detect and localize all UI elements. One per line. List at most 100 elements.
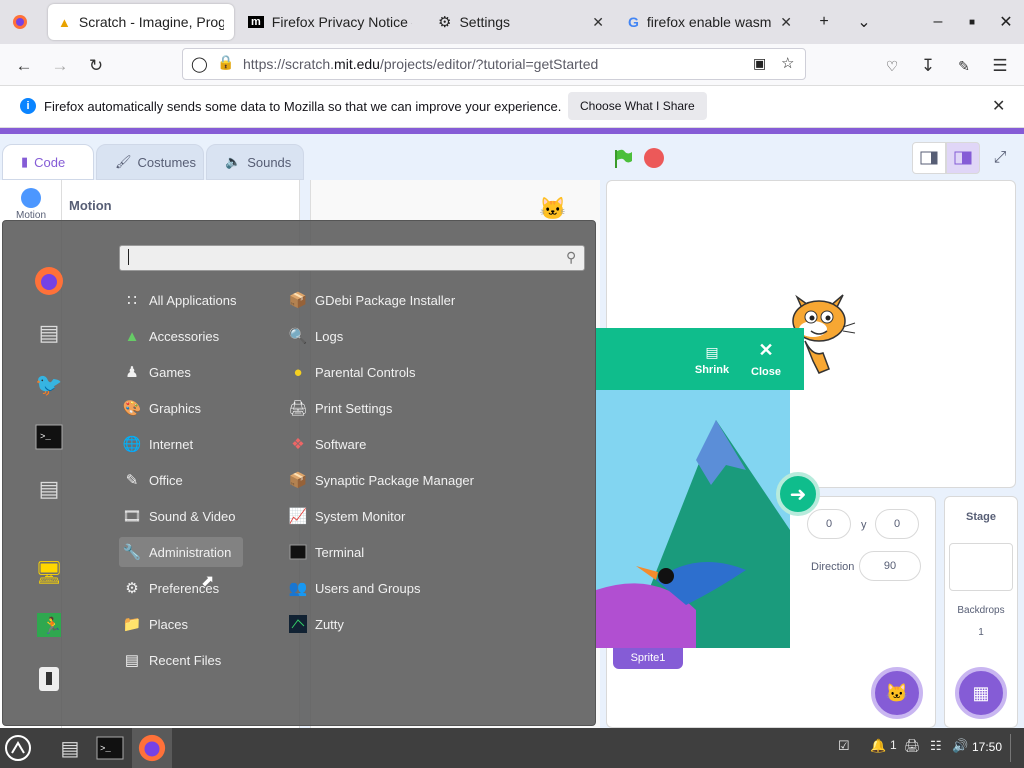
close-window-button[interactable]: ✕: [992, 8, 1020, 36]
image-reader-icon[interactable]: ▣: [753, 55, 766, 72]
folder-icon: 📁: [122, 616, 142, 633]
menu-category-places[interactable]: 📁 Places: [121, 609, 188, 639]
back-button[interactable]: ←: [10, 52, 38, 80]
clock[interactable]: 17:50: [972, 740, 1002, 754]
show-desktop-button[interactable]: [1010, 734, 1018, 762]
tab-settings[interactable]: ⚙ Settings ✕: [428, 4, 614, 40]
tab-costumes[interactable]: 🖌 Costumes: [96, 144, 204, 180]
file-manager-icon[interactable]: ▤: [54, 732, 86, 764]
menu-category-accessories[interactable]: ▲ Accessories: [121, 321, 220, 351]
tutorial-illustration: [596, 390, 790, 648]
brush-icon: 🖌: [115, 154, 132, 169]
shrink-button[interactable]: Shrink: [692, 364, 732, 376]
choose-sprite-icon[interactable]: 🐱: [871, 667, 923, 719]
large-stage-icon[interactable]: [946, 142, 980, 174]
app-zutty[interactable]: Zutty: [287, 609, 344, 639]
stage-thumbnail[interactable]: [949, 543, 1013, 591]
forward-button[interactable]: →: [46, 52, 74, 80]
tab-title: firefox enable wasm - G: [646, 14, 774, 30]
volume-icon[interactable]: 🔊: [952, 738, 968, 754]
app-synaptic[interactable]: 📦 Synaptic Package Manager: [287, 465, 474, 495]
sprite-y-field[interactable]: 0: [875, 509, 919, 539]
menu-search-input[interactable]: ⚲: [119, 245, 585, 271]
shutdown-icon[interactable]: [29, 659, 69, 699]
close-button[interactable]: Close: [746, 366, 786, 378]
menu-category-office[interactable]: ✎ Office: [121, 465, 183, 495]
close-tab-icon[interactable]: ✕: [780, 14, 792, 31]
app-system-monitor[interactable]: 📈 System Monitor: [287, 501, 406, 531]
app-gdebi[interactable]: 📦 GDebi Package Installer: [287, 285, 456, 315]
app-users-and-groups[interactable]: 👥 Users and Groups: [287, 573, 421, 603]
tab-scratch[interactable]: ▲ Scratch - Imagine, Prog: [48, 4, 234, 40]
tab-code[interactable]: ▮ Code: [2, 144, 94, 180]
firefox-icon[interactable]: [29, 261, 69, 301]
update-manager-icon[interactable]: ☑: [838, 738, 850, 754]
tools-icon: 🔧: [122, 544, 142, 561]
downloads-icon[interactable]: ↧: [914, 52, 942, 80]
terminal-icon[interactable]: >_: [94, 732, 126, 764]
choose-what-i-share-button[interactable]: Choose What I Share: [568, 92, 707, 120]
tutorial-header: ▤ Shrink ✕ Close: [596, 328, 804, 390]
extensions-icon[interactable]: ✎: [950, 52, 978, 80]
lock-screen-icon[interactable]: 🖥: [29, 553, 69, 593]
shield-icon[interactable]: ◯: [191, 55, 208, 73]
office-icon: ✎: [125, 472, 139, 489]
tab-search[interactable]: G firefox enable wasm - G ✕: [618, 4, 802, 40]
menu-category-graphics[interactable]: 🎨 Graphics: [121, 393, 201, 423]
tutorial-card: ▤ Shrink ✕ Close: [596, 328, 804, 648]
app-logs[interactable]: 🔍 Logs: [287, 321, 344, 351]
terminal-icon[interactable]: >_: [29, 417, 69, 457]
menu-category-games[interactable]: ♟ Games: [121, 357, 191, 387]
y-label: y: [861, 519, 867, 531]
pocket-icon[interactable]: ♡: [878, 52, 906, 80]
printer-icon[interactable]: 🖨: [904, 738, 921, 754]
lock-icon[interactable]: 🔒: [217, 54, 234, 71]
globe-icon: 🌐: [122, 436, 142, 453]
software-manager-icon[interactable]: ▤: [29, 313, 69, 353]
next-step-arrow-icon[interactable]: ➜: [776, 472, 820, 516]
list-all-tabs-chevron-icon[interactable]: ⌄: [850, 8, 878, 36]
reload-button[interactable]: ↻: [82, 52, 110, 80]
new-tab-button[interactable]: +: [810, 8, 838, 36]
preferences-icon: ⚙: [125, 580, 139, 597]
network-icon[interactable]: ☷: [930, 738, 942, 754]
bookmark-star-icon[interactable]: ☆: [781, 54, 794, 72]
close-notification-icon[interactable]: ✕: [992, 96, 1005, 116]
menu-category-recent-files[interactable]: ▤ Recent Files: [121, 645, 221, 675]
menu-launcher-icon[interactable]: [2, 732, 34, 764]
logout-icon[interactable]: 🏃: [29, 605, 69, 645]
app-print-settings[interactable]: 🖨 Print Settings: [287, 393, 392, 423]
menu-category-all-applications[interactable]: ∷ All Applications: [121, 285, 236, 315]
notifications-icon[interactable]: 🔔: [870, 738, 886, 754]
hamburger-menu-icon[interactable]: ☰: [986, 52, 1014, 80]
menu-category-internet[interactable]: 🌐 Internet: [121, 429, 193, 459]
menu-category-administration[interactable]: 🔧 Administration: [119, 537, 243, 567]
minimize-button[interactable]: –: [924, 8, 952, 36]
stop-icon[interactable]: [644, 148, 664, 168]
url-text[interactable]: https://scratch.mit.edu/projects/editor/…: [243, 56, 598, 72]
app-parental-controls[interactable]: ● Parental Controls: [287, 357, 415, 387]
direction-field[interactable]: 90: [859, 551, 921, 581]
app-software[interactable]: ❖ Software: [287, 429, 366, 459]
shrink-icon[interactable]: ▤: [694, 344, 730, 361]
green-flag-icon[interactable]: [612, 148, 634, 173]
menu-category-sound-video[interactable]: 🎞 Sound & Video: [121, 501, 235, 531]
pidgin-icon[interactable]: 🐦: [29, 365, 69, 405]
firefox-taskbar-button[interactable]: [132, 728, 172, 768]
close-icon[interactable]: ✕: [746, 340, 786, 361]
choose-backdrop-icon[interactable]: ▦: [955, 667, 1007, 719]
maximize-button[interactable]: ■: [958, 8, 986, 36]
fullscreen-icon[interactable]: ⤢: [984, 142, 1016, 174]
tab-privacy-notice[interactable]: m Firefox Privacy Notice —: [238, 4, 422, 40]
sprite-x-field[interactable]: 0: [807, 509, 851, 539]
small-stage-icon[interactable]: [912, 142, 946, 174]
app-terminal[interactable]: Terminal: [287, 537, 364, 567]
sprite-name-label[interactable]: Sprite1: [613, 647, 683, 669]
tab-sounds[interactable]: 🔈 Sounds: [206, 144, 304, 180]
motion-category-icon[interactable]: [21, 188, 41, 208]
url-bar[interactable]: ◯ 🔒 https://scratch.mit.edu/projects/edi…: [182, 48, 806, 80]
file-manager-icon[interactable]: ▤: [29, 469, 69, 509]
firefox-view-icon[interactable]: [6, 8, 34, 36]
close-tab-icon[interactable]: ✕: [592, 14, 604, 31]
games-icon: ♟: [125, 364, 139, 381]
